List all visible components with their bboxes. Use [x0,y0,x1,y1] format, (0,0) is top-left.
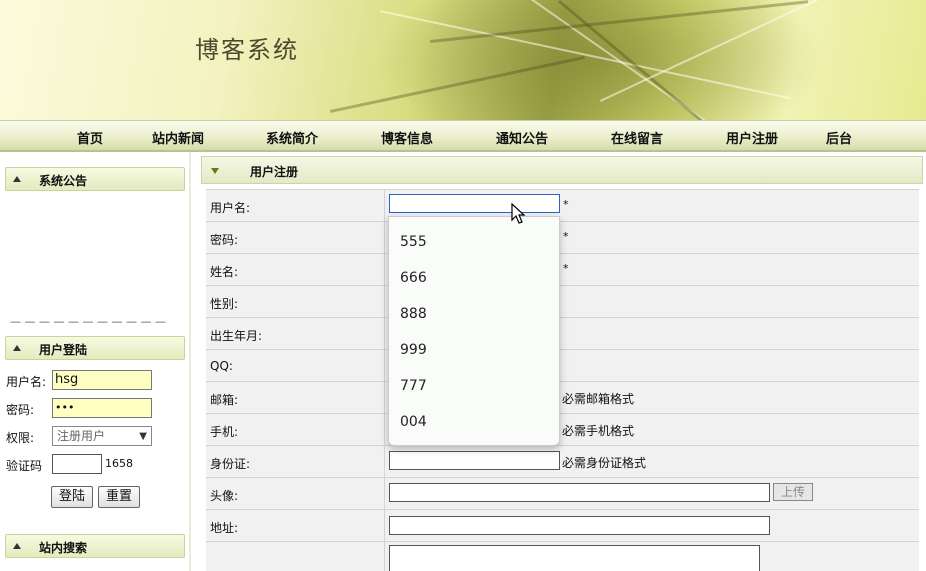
name-required-mark: * [563,262,569,275]
login-password-label: 密码: [6,403,35,417]
autocomplete-option[interactable]: 888 [400,306,427,322]
autocomplete-option[interactable]: 004 [400,414,427,430]
birth-label: 出生年月: [210,329,263,343]
email-hint: 必需邮箱格式 [562,392,635,406]
extra-textarea[interactable] [389,545,760,571]
collapse-icon [13,543,21,549]
form-row-birth: 出生年月: [206,317,919,350]
username-input[interactable] [389,194,560,213]
username-required-mark: * [563,198,569,211]
login-username-label: 用户名: [6,375,47,389]
main-nav: 首页 站内新闻 系统简介 博客信息 通知公告 在线留言 用户注册 后台 [0,120,926,152]
login-role-value: 注册用户 [57,429,106,443]
register-panel-title: 用户注册 [250,165,299,179]
phone-label: 手机: [210,425,239,439]
collapse-icon [13,345,21,351]
nav-blog[interactable]: 博客信息 [381,128,433,147]
name-label: 姓名: [210,265,239,279]
login-role-select[interactable]: 注册用户 ▼ [52,426,152,446]
autocomplete-option[interactable]: 555 [400,234,427,250]
collapse-icon [13,176,21,182]
nav-announcements[interactable]: 通知公告 [496,128,548,147]
avatar-label: 头像: [210,489,239,503]
phone-hint: 必需手机格式 [562,424,635,438]
form-row-gender: 性别: [206,285,919,318]
nav-about[interactable]: 系统简介 [266,128,318,147]
nav-news[interactable]: 站内新闻 [152,128,204,147]
notice-panel-title: 系统公告 [39,174,88,188]
nav-messages[interactable]: 在线留言 [611,128,663,147]
username-label: 用户名: [210,201,251,215]
login-password-input[interactable]: ••• [52,398,152,418]
captcha-code: 1658 [105,457,133,470]
captcha-label: 验证码 [6,459,43,473]
password-required-mark: * [563,230,569,243]
site-title: 博客系统 [195,36,299,64]
idcard-input[interactable] [389,451,560,470]
mouse-cursor-icon [511,203,526,224]
autocomplete-dropdown: 555 666 888 999 777 004 [388,216,560,446]
autocomplete-option[interactable]: 666 [400,270,427,286]
autocomplete-option[interactable]: 999 [400,342,427,358]
nav-register[interactable]: 用户注册 [726,128,778,147]
reset-button[interactable]: 重置 [98,486,140,508]
address-label: 地址: [210,521,239,535]
autocomplete-option[interactable]: 777 [400,378,427,394]
nav-admin[interactable]: 后台 [826,128,852,147]
login-username-input[interactable]: hsg [52,370,152,390]
notice-panel-header: 系统公告 [5,167,185,191]
idcard-label: 身份证: [210,457,251,471]
captcha-input[interactable] [52,454,102,474]
qq-label: QQ: [210,359,233,373]
gender-label: 性别: [210,297,239,311]
login-role-label: 权限: [6,431,35,445]
chevron-down-icon: ▼ [139,431,147,442]
idcard-hint: 必需身份证格式 [562,456,647,470]
sidebar-divider [189,152,191,571]
search-panel-header: 站内搜索 [5,534,185,558]
notice-marquee: — — — — — — — — — — — — [10,318,166,326]
password-label: 密码: [210,233,239,247]
register-panel-header: 用户注册 [201,156,923,184]
login-panel-title: 用户登陆 [39,343,88,357]
expand-icon [211,168,219,174]
login-button[interactable]: 登陆 [51,486,93,508]
header-banner: 博客系统 [0,0,926,120]
upload-button[interactable]: 上传 [773,483,813,501]
search-panel-title: 站内搜索 [39,541,88,555]
login-panel-header: 用户登陆 [5,336,185,360]
address-input[interactable] [389,516,770,535]
avatar-path-input[interactable] [389,483,770,502]
email-label: 邮箱: [210,393,239,407]
nav-home[interactable]: 首页 [77,128,103,147]
form-row-qq: QQ: [206,349,919,382]
